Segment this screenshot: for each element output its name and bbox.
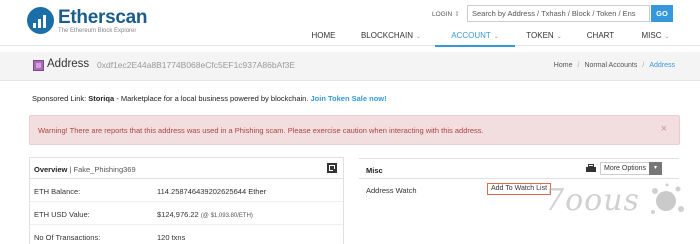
- address-bar: Address 0xdf1ec2E44a8B1774B068eCfc5EF1c9…: [0, 52, 700, 81]
- search-go-button[interactable]: GO: [651, 5, 673, 22]
- chevron-down-icon: ▾: [649, 162, 662, 175]
- address-label-tag: Fake_Phishing369: [73, 165, 136, 174]
- nav-token[interactable]: TOKEN ⌄: [515, 31, 573, 46]
- eth-balance-value: 114.258746439202625644 Ether: [157, 187, 267, 196]
- brand-tagline: The Ethereum Block Explorer: [58, 27, 137, 34]
- chevron-down-icon: ⌄: [664, 34, 670, 40]
- login-caret-icon: ⇕: [454, 11, 460, 18]
- main-nav: HOME BLOCKCHAIN ⌄ ACCOUNT ⌄ TOKEN ⌄ CHART M…: [300, 31, 683, 47]
- eth-usd-value: $124,976.22 (@ $1,093.80/ETH): [157, 210, 253, 219]
- eth-price-note: (@ $1,093.80/ETH): [200, 213, 253, 219]
- chevron-down-icon: ⌄: [493, 34, 499, 40]
- more-options-label: More Options: [604, 165, 647, 172]
- sponsor-text: - Marketplace for a local business power…: [116, 94, 309, 103]
- overview-panel: Overview | Fake_Phishing369 ETH Balance:…: [29, 157, 344, 244]
- overview-title: Overview | Fake_Phishing369: [34, 165, 136, 174]
- chevron-down-icon: ⌄: [556, 34, 562, 40]
- eth-usd-row: ETH USD Value: $124,976.22 (@ $1,093.80/…: [30, 202, 343, 225]
- login-link[interactable]: LOGIN ⇕: [432, 10, 460, 18]
- transactions-value: 120 txns: [157, 233, 186, 242]
- brand-name: Etherscan: [58, 6, 148, 28]
- transactions-label: No Of Transactions:: [34, 233, 101, 242]
- eth-balance-label: ETH Balance:: [34, 187, 81, 196]
- printer-icon[interactable]: [586, 164, 596, 173]
- address-identicon: [33, 60, 44, 71]
- eth-usd-label: ETH USD Value:: [34, 210, 90, 219]
- nav-home[interactable]: HOME: [300, 31, 347, 46]
- more-options-button[interactable]: More Options ▾: [600, 162, 662, 175]
- page-title: Address: [47, 58, 90, 70]
- breadcrumb-normal-accounts[interactable]: Normal Accounts: [584, 62, 637, 69]
- login-label: LOGIN: [432, 11, 453, 18]
- warning-text: Warning! There are reports that this add…: [38, 126, 484, 135]
- misc-header: Misc More Options ▾: [359, 158, 679, 179]
- etherscan-logo[interactable]: Etherscan The Ethereum Block Explorer: [27, 7, 147, 34]
- breadcrumb-address: Address: [649, 62, 675, 69]
- site-header: Etherscan The Ethereum Block Explorer LO…: [0, 0, 700, 47]
- ink-splat-decoration: [651, 183, 684, 214]
- nav-blockchain[interactable]: BLOCKCHAIN ⌄: [347, 31, 435, 46]
- logo-chart-icon: [27, 7, 54, 34]
- breadcrumb-separator: /: [642, 62, 645, 69]
- transactions-row: No Of Transactions: 120 txns: [30, 225, 343, 244]
- search-input[interactable]: Search by Address / Txhash / Block / Tok…: [467, 5, 650, 22]
- token-sale-link[interactable]: Join Token Sale now!: [311, 94, 387, 103]
- close-icon[interactable]: ×: [661, 123, 667, 135]
- address-hash: 0xdf1ec2E44a8B1774B068eCfc5EF1c937A86bAf…: [97, 60, 296, 70]
- sponsored-link: Sponsored Link: Storiqa - Marketplace fo…: [32, 94, 387, 103]
- sponsor-name: Storiqa: [88, 94, 115, 103]
- nav-account[interactable]: ACCOUNT ⌄: [435, 31, 515, 47]
- qr-code-icon[interactable]: [327, 163, 337, 173]
- address-watch-label: Address Watch: [366, 186, 417, 195]
- nav-misc[interactable]: MISC ⌄: [628, 31, 683, 46]
- overview-header: Overview | Fake_Phishing369: [30, 158, 343, 179]
- misc-title: Misc: [366, 166, 383, 175]
- sponsored-prefix: Sponsored Link:: [32, 94, 87, 103]
- watermark-text: 7oous: [545, 183, 640, 218]
- chevron-down-icon: ⌄: [415, 34, 422, 40]
- nav-chart[interactable]: CHART: [573, 31, 628, 46]
- breadcrumb-home[interactable]: Home: [554, 62, 573, 69]
- phishing-warning-alert: Warning! There are reports that this add…: [29, 115, 680, 145]
- breadcrumb-separator: /: [577, 62, 580, 69]
- add-to-watch-list-button[interactable]: Add To Watch List: [487, 183, 552, 195]
- breadcrumb: Home / Normal Accounts / Address: [554, 62, 675, 69]
- eth-balance-row: ETH Balance: 114.258746439202625644 Ethe…: [30, 179, 343, 202]
